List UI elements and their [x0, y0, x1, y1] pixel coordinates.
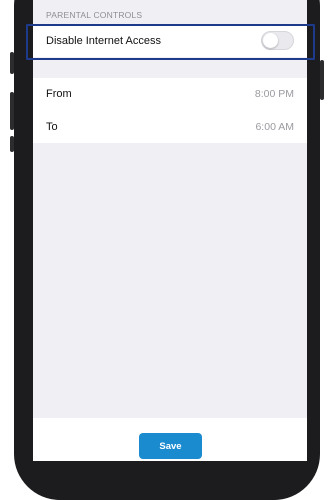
to-label: To	[46, 120, 58, 133]
phone-volume-down-button	[10, 136, 14, 152]
phone-power-button	[320, 60, 324, 100]
phone-volume-up-button	[10, 92, 14, 130]
to-time-value: 6:00 AM	[255, 120, 294, 133]
from-time-value: 8:00 PM	[254, 88, 294, 100]
app-screen: PARENTAL CONTROLS Disable Internet Acces…	[33, 0, 307, 461]
section-header: PARENTAL CONTROLS	[46, 10, 143, 20]
bottom-action-bar: Save	[33, 418, 307, 461]
save-button[interactable]: Save	[139, 433, 202, 459]
from-label: From	[46, 88, 72, 100]
schedule-row-to[interactable]: To 6:00 AM	[33, 110, 307, 143]
phone-side-button	[10, 52, 14, 74]
highlight-box	[26, 24, 315, 60]
schedule-row-from[interactable]: From 8:00 PM	[33, 78, 307, 111]
